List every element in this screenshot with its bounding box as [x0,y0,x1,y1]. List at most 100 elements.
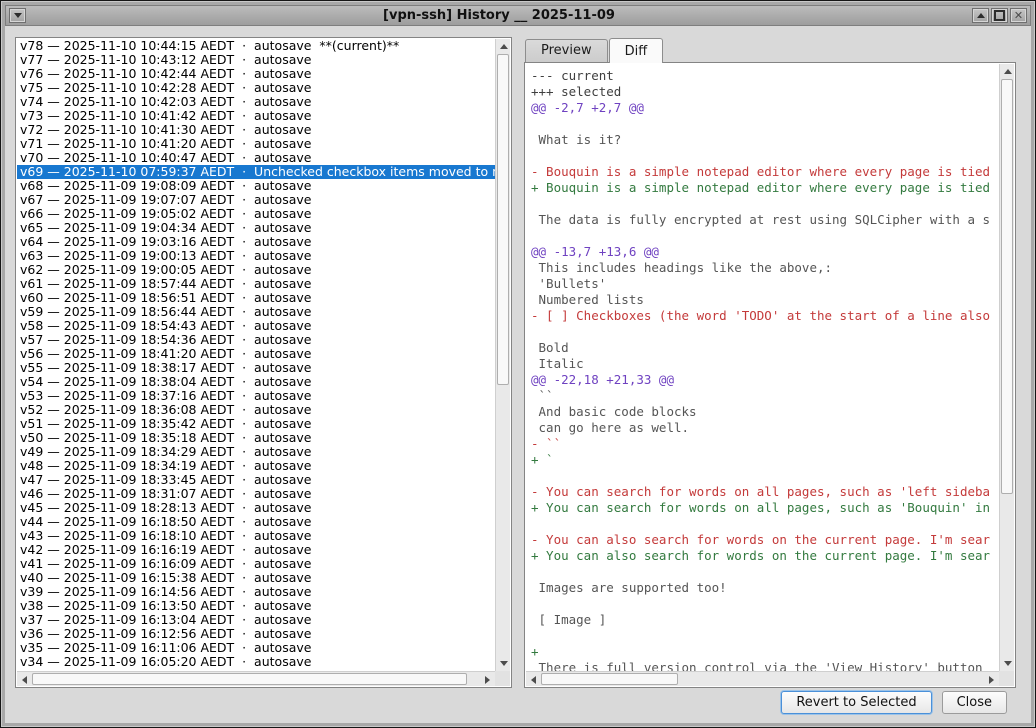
history-item[interactable]: v63 — 2025-11-09 19:00:13 AEDT · autosav… [17,249,495,263]
diff-line-ctx: Italic [531,356,999,372]
history-item[interactable]: v38 — 2025-11-09 16:13:50 AEDT · autosav… [17,599,495,613]
diff-line-ctx: Images are supported too! [531,580,999,596]
history-item[interactable]: v55 — 2025-11-09 18:38:17 AEDT · autosav… [17,361,495,375]
history-window: [vpn-ssh] History __ 2025-11-09 ✕ v78 — … [0,0,1036,728]
history-item[interactable]: v51 — 2025-11-09 18:35:42 AEDT · autosav… [17,417,495,431]
window-menu-icon [14,13,22,18]
diff-line-ctx: [ Image ] [531,612,999,628]
scroll-right-button[interactable] [984,672,999,687]
history-item[interactable]: v68 — 2025-11-09 19:08:09 AEDT · autosav… [17,179,495,193]
tab-diff[interactable]: Diff [609,38,664,63]
history-item[interactable]: v36 — 2025-11-09 16:12:56 AEDT · autosav… [17,627,495,641]
history-item[interactable]: v49 — 2025-11-09 18:34:29 AEDT · autosav… [17,445,495,459]
diff-view: --- current+++ selected@@ -2,7 +2,7 @@ W… [526,64,999,671]
history-item[interactable]: v56 — 2025-11-09 18:41:20 AEDT · autosav… [17,347,495,361]
scroll-left-icon [531,676,536,684]
scroll-down-button[interactable] [496,656,511,671]
history-item[interactable]: v64 — 2025-11-09 19:03:16 AEDT · autosav… [17,235,495,249]
diff-line-ctx: This includes headings like the above,: [531,260,999,276]
history-item[interactable]: v66 — 2025-11-09 19:05:02 AEDT · autosav… [17,207,495,221]
diff-line-ctx [531,596,999,612]
history-item[interactable]: v39 — 2025-11-09 16:14:56 AEDT · autosav… [17,585,495,599]
history-item[interactable]: v53 — 2025-11-09 18:37:16 AEDT · autosav… [17,389,495,403]
diff-vertical-scrollbar[interactable] [999,64,1014,671]
diff-line-ctx [531,516,999,532]
history-hscroll-track[interactable] [32,672,480,686]
diff-line-ctx [531,116,999,132]
history-item[interactable]: v59 — 2025-11-09 18:56:44 AEDT · autosav… [17,305,495,319]
revert-to-selected-button[interactable]: Revert to Selected [781,691,931,714]
history-item[interactable]: v42 — 2025-11-09 16:16:19 AEDT · autosav… [17,543,495,557]
titlebar[interactable]: [vpn-ssh] History __ 2025-11-09 ✕ [5,5,1031,26]
history-item[interactable]: v52 — 2025-11-09 18:36:08 AEDT · autosav… [17,403,495,417]
diff-line-del: - Bouquin is a simple notepad editor whe… [531,164,999,180]
diff-line-add: + You can also search for words on the c… [531,548,999,564]
history-item[interactable]: v70 — 2025-11-10 10:40:47 AEDT · autosav… [17,151,495,165]
history-item[interactable]: v78 — 2025-11-10 10:44:15 AEDT · autosav… [17,39,495,53]
history-item[interactable]: v47 — 2025-11-09 18:33:45 AEDT · autosav… [17,473,495,487]
scroll-up-button[interactable] [496,39,511,54]
scroll-left-button[interactable] [17,672,32,687]
close-button[interactable]: Close [942,691,1007,714]
scroll-right-button[interactable] [480,672,495,687]
close-window-button[interactable]: ✕ [1010,8,1027,23]
history-item[interactable]: v77 — 2025-11-10 10:43:12 AEDT · autosav… [17,53,495,67]
tab-preview[interactable]: Preview [525,39,608,62]
window-menu-button[interactable] [9,8,26,23]
diff-line-meta: --- current [531,68,999,84]
history-item[interactable]: v44 — 2025-11-09 16:18:50 AEDT · autosav… [17,515,495,529]
history-item[interactable]: v60 — 2025-11-09 18:56:51 AEDT · autosav… [17,291,495,305]
history-item[interactable]: v46 — 2025-11-09 18:31:07 AEDT · autosav… [17,487,495,501]
diff-line-meta: +++ selected [531,84,999,100]
history-item[interactable]: v76 — 2025-11-10 10:42:44 AEDT · autosav… [17,67,495,81]
diff-line-hunk: @@ -13,7 +13,6 @@ [531,244,999,260]
history-item[interactable]: v35 — 2025-11-09 16:11:06 AEDT · autosav… [17,641,495,655]
history-item[interactable]: v72 — 2025-11-10 10:41:30 AEDT · autosav… [17,123,495,137]
history-item[interactable]: v41 — 2025-11-09 16:16:09 AEDT · autosav… [17,557,495,571]
diff-hscroll-thumb[interactable] [541,673,678,685]
history-item[interactable]: v54 — 2025-11-09 18:38:04 AEDT · autosav… [17,375,495,389]
tabbar: Preview Diff [525,39,664,62]
history-item[interactable]: v40 — 2025-11-09 16:15:38 AEDT · autosav… [17,571,495,585]
history-vscroll-thumb[interactable] [497,54,509,385]
history-item[interactable]: v58 — 2025-11-09 18:54:43 AEDT · autosav… [17,319,495,333]
history-item[interactable]: v37 — 2025-11-09 16:13:04 AEDT · autosav… [17,613,495,627]
history-item[interactable]: v71 — 2025-11-10 10:41:20 AEDT · autosav… [17,137,495,151]
scrollbar-corner [495,671,510,686]
history-item[interactable]: v45 — 2025-11-09 18:28:13 AEDT · autosav… [17,501,495,515]
shade-button[interactable] [972,8,989,23]
diff-horizontal-scrollbar[interactable] [526,671,999,686]
history-item[interactable]: v67 — 2025-11-09 19:07:07 AEDT · autosav… [17,193,495,207]
scroll-up-button[interactable] [1000,64,1015,79]
history-item[interactable]: v57 — 2025-11-09 18:54:36 AEDT · autosav… [17,333,495,347]
history-item[interactable]: v75 — 2025-11-10 10:42:28 AEDT · autosav… [17,81,495,95]
scroll-down-button[interactable] [1000,656,1015,671]
history-item[interactable]: v43 — 2025-11-09 16:18:10 AEDT · autosav… [17,529,495,543]
history-item[interactable]: v62 — 2025-11-09 19:00:05 AEDT · autosav… [17,263,495,277]
history-item-selected[interactable]: v69 — 2025-11-10 07:59:37 AEDT · Uncheck… [17,165,495,179]
history-item[interactable]: v65 — 2025-11-09 19:04:34 AEDT · autosav… [17,221,495,235]
history-item[interactable]: v50 — 2025-11-09 18:35:18 AEDT · autosav… [17,431,495,445]
history-item[interactable]: v48 — 2025-11-09 18:34:19 AEDT · autosav… [17,459,495,473]
history-item[interactable]: v73 — 2025-11-10 10:41:42 AEDT · autosav… [17,109,495,123]
diff-hscroll-track[interactable] [541,672,984,686]
diff-vscroll-thumb[interactable] [1001,79,1013,494]
diff-line-hunk: @@ -22,18 +21,33 @@ [531,372,999,388]
history-list: v78 — 2025-11-10 10:44:15 AEDT · autosav… [17,39,495,671]
history-hscroll-thumb[interactable] [32,673,467,685]
maximize-button[interactable] [991,8,1008,23]
diff-vscroll-track[interactable] [1000,79,1014,656]
diff-panel: --- current+++ selected@@ -2,7 +2,7 @@ W… [524,62,1016,688]
history-vertical-scrollbar[interactable] [495,39,510,671]
history-item[interactable]: v61 — 2025-11-09 18:57:44 AEDT · autosav… [17,277,495,291]
history-item[interactable]: v34 — 2025-11-09 16:05:20 AEDT · autosav… [17,655,495,669]
scroll-left-button[interactable] [526,672,541,687]
history-horizontal-scrollbar[interactable] [17,671,495,686]
diff-line-del: - [ ] Checkboxes (the word 'TODO' at the… [531,308,999,324]
history-item[interactable]: v74 — 2025-11-10 10:42:03 AEDT · autosav… [17,95,495,109]
scroll-down-icon [1004,661,1012,666]
diff-line-ctx: Numbered lists [531,292,999,308]
scroll-left-icon [22,676,27,684]
diff-line-del: - `` [531,436,999,452]
history-vscroll-track[interactable] [496,54,510,656]
